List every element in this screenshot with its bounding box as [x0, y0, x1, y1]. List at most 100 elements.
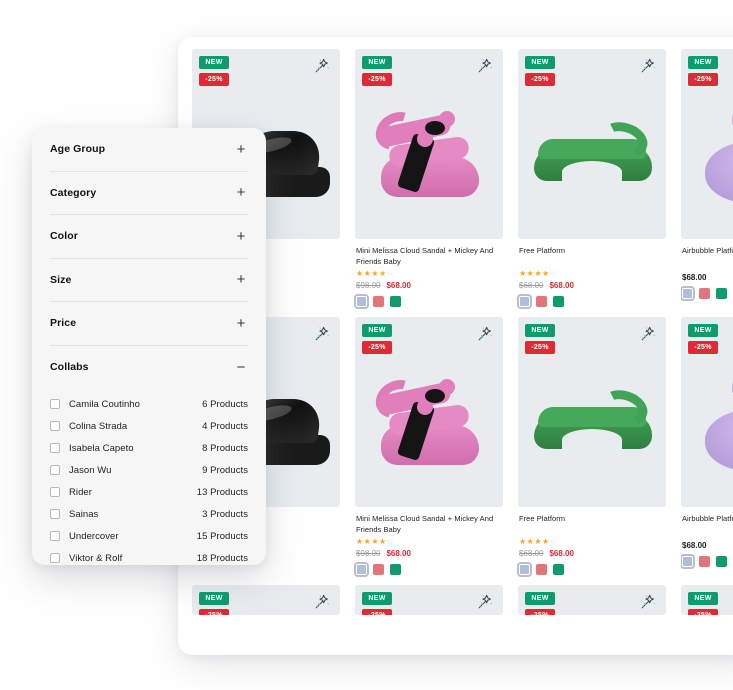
swatch-coral[interactable]	[373, 296, 384, 307]
color-swatches[interactable]	[682, 556, 733, 567]
swatch-blue[interactable]	[356, 564, 367, 575]
product-card[interactable]: NEW -25%	[681, 585, 733, 615]
expand-icon[interactable]: +	[234, 142, 248, 157]
product-image[interactable]: NEW -25%	[681, 317, 733, 507]
swatch-blue[interactable]	[356, 296, 367, 307]
product-card[interactable]: NEW -25% Free Platform ★★★★☆ $68.00 $68.…	[518, 49, 673, 307]
checkbox[interactable]	[50, 399, 60, 409]
magic-wand-icon[interactable]	[638, 592, 658, 612]
product-image[interactable]: NEW -25%	[192, 585, 340, 615]
checkbox[interactable]	[50, 553, 60, 563]
swatch-coral[interactable]	[536, 296, 547, 307]
collab-option[interactable]: Sainas 3 Products	[50, 503, 248, 525]
product-image[interactable]: NEW -25%	[518, 585, 666, 615]
collab-count: 4 Products	[202, 420, 248, 432]
product-card[interactable]: NEW -25%	[192, 585, 347, 615]
new-badge: NEW	[199, 592, 229, 605]
collab-name: Colina Strada	[69, 420, 128, 432]
rating-filled: ★★★★	[356, 269, 387, 278]
magic-wand-icon[interactable]	[312, 56, 332, 76]
product-image[interactable]: NEW -25%	[681, 585, 733, 615]
filter-section-size[interactable]: Size +	[50, 259, 248, 302]
product-image[interactable]: NEW -25%	[355, 585, 503, 615]
product-grid-row-1: NEW -25% NEW -25% Mini Melissa Cloud San…	[192, 49, 733, 307]
swatch-coral[interactable]	[373, 564, 384, 575]
expand-icon[interactable]: +	[234, 316, 248, 331]
swatch-green[interactable]	[553, 564, 564, 575]
product-card[interactable]: NEW -25%	[355, 585, 510, 615]
rating-stars: ★★★★☆	[519, 270, 669, 278]
product-info: Free Platform ★★★★☆ $68.00 $68.00	[518, 239, 673, 307]
filter-label: Age Group	[50, 143, 106, 156]
price-row: $68.00 $68.00	[519, 282, 669, 290]
product-card[interactable]: NEW -25% Airbubble Platform $68.00	[681, 49, 733, 307]
color-swatches[interactable]	[519, 296, 669, 307]
collab-option[interactable]: Rider 13 Products	[50, 481, 248, 503]
filter-section-color[interactable]: Color +	[50, 215, 248, 259]
expand-icon[interactable]: +	[234, 272, 248, 287]
collab-option[interactable]: Camila Coutinho 6 Products	[50, 393, 248, 415]
rating-stars: ★★★★☆	[356, 538, 506, 546]
swatch-blue[interactable]	[682, 556, 693, 567]
swatch-coral[interactable]	[699, 288, 710, 299]
swatch-green[interactable]	[716, 556, 727, 567]
collab-option[interactable]: Undercover 15 Products	[50, 525, 248, 547]
product-image[interactable]: NEW -25%	[518, 317, 666, 507]
new-badge: NEW	[199, 56, 229, 69]
checkbox[interactable]	[50, 487, 60, 497]
filter-section-collabs[interactable]: Collabs −	[50, 346, 248, 390]
magic-wand-icon[interactable]	[638, 56, 658, 76]
product-card[interactable]: NEW -25% Free Platform ★★★★☆ $68.00 $68.…	[518, 317, 673, 575]
expand-icon[interactable]: +	[234, 185, 248, 200]
checkbox[interactable]	[50, 443, 60, 453]
checkbox[interactable]	[50, 421, 60, 431]
rating-empty: ☆	[386, 269, 395, 278]
swatch-green[interactable]	[390, 564, 401, 575]
product-price: $68.00	[682, 541, 707, 550]
swatch-blue[interactable]	[519, 296, 530, 307]
checkbox[interactable]	[50, 509, 60, 519]
filter-section-age-group[interactable]: Age Group +	[50, 128, 248, 172]
magic-wand-icon[interactable]	[475, 324, 495, 344]
product-card[interactable]: NEW -25% Mini Melissa Cloud Sandal + Mic…	[355, 49, 510, 307]
product-card[interactable]: NEW -25%	[518, 585, 673, 615]
magic-wand-icon[interactable]	[475, 592, 495, 612]
sale-price: $68.00	[549, 549, 574, 558]
filter-section-price[interactable]: Price +	[50, 302, 248, 346]
swatch-green[interactable]	[390, 296, 401, 307]
magic-wand-icon[interactable]	[475, 56, 495, 76]
color-swatches[interactable]	[356, 296, 506, 307]
collab-option[interactable]: Colina Strada 4 Products	[50, 415, 248, 437]
checkbox[interactable]	[50, 531, 60, 541]
color-swatches[interactable]	[519, 564, 669, 575]
product-card[interactable]: NEW -25% Mini Melissa Cloud Sandal + Mic…	[355, 317, 510, 575]
magic-wand-icon[interactable]	[638, 324, 658, 344]
product-card[interactable]: NEW -25% Airbubble Platform $68.00	[681, 317, 733, 575]
collab-option[interactable]: Viktor & Rolf 18 Products	[50, 547, 248, 569]
new-badge: NEW	[362, 592, 392, 605]
color-swatches[interactable]	[356, 564, 506, 575]
product-image[interactable]: NEW -25%	[681, 49, 733, 239]
product-image[interactable]: NEW -25%	[355, 317, 503, 507]
product-info: Free Platform ★★★★☆ $68.00 $68.00	[518, 507, 673, 575]
color-swatches[interactable]	[682, 288, 733, 299]
swatch-green[interactable]	[716, 288, 727, 299]
swatch-blue[interactable]	[519, 564, 530, 575]
magic-wand-icon[interactable]	[312, 592, 332, 612]
product-image[interactable]: NEW -25%	[355, 49, 503, 239]
magic-wand-icon[interactable]	[312, 324, 332, 344]
swatch-green[interactable]	[553, 296, 564, 307]
product-image[interactable]: NEW -25%	[518, 49, 666, 239]
collab-option[interactable]: Isabela Capeto 8 Products	[50, 437, 248, 459]
swatch-coral[interactable]	[699, 556, 710, 567]
expand-icon[interactable]: +	[234, 229, 248, 244]
rating-empty: ☆	[386, 537, 395, 546]
product-name: Free Platform	[519, 514, 566, 523]
checkbox[interactable]	[50, 465, 60, 475]
collab-option[interactable]: Jason Wu 9 Products	[50, 459, 248, 481]
swatch-blue[interactable]	[682, 288, 693, 299]
filter-section-category[interactable]: Category +	[50, 172, 248, 215]
swatch-coral[interactable]	[536, 564, 547, 575]
collab-name: Camila Coutinho	[69, 398, 140, 410]
collapse-icon[interactable]: −	[234, 360, 248, 375]
